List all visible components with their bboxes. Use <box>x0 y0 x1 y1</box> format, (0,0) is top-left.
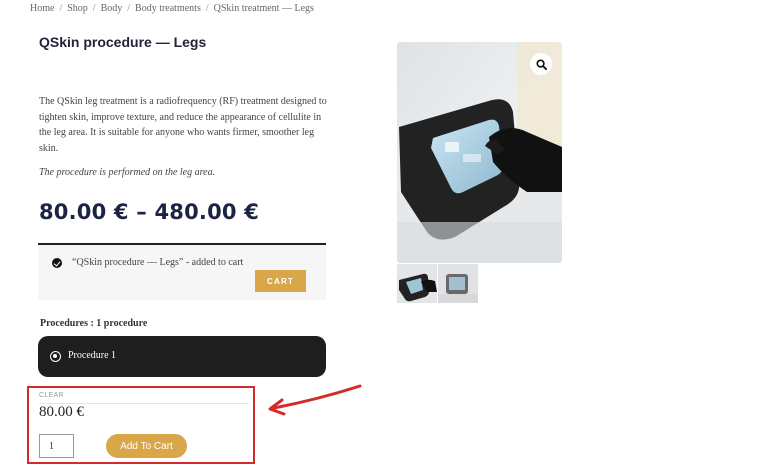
product-title: QSkin procedure — Legs <box>39 34 207 50</box>
breadcrumb-separator: / <box>127 3 131 14</box>
gallery-thumbnail-1[interactable] <box>397 264 437 303</box>
procedures-label: Procedures : 1 procedure <box>40 318 148 329</box>
breadcrumb-body[interactable]: Body <box>101 3 123 14</box>
thumbnail-image <box>397 264 437 303</box>
device-photo <box>397 42 562 263</box>
breadcrumb-body-treatments[interactable]: Body treatments <box>135 3 201 14</box>
product-main-image[interactable] <box>397 42 562 263</box>
radio-selected-icon[interactable] <box>50 351 61 362</box>
breadcrumb-shop[interactable]: Shop <box>67 3 88 14</box>
procedure-option-label: Procedure 1 <box>68 350 117 361</box>
breadcrumb-separator: / <box>92 3 96 14</box>
variation-price: 80.00 € <box>39 404 84 420</box>
annotation-arrow-icon <box>268 384 362 416</box>
zoom-button[interactable] <box>530 53 552 75</box>
quantity-input[interactable] <box>39 434 74 458</box>
procedure-option-1[interactable]: Procedure 1 <box>38 336 326 377</box>
add-to-cart-button[interactable]: Add To Cart <box>106 434 187 458</box>
breadcrumb: Home / Shop / Body / Body treatments / QSkin tre… <box>30 3 314 14</box>
clear-selection-link[interactable]: CLEAR <box>39 392 64 399</box>
breadcrumb-separator: / <box>205 3 209 14</box>
added-to-cart-notice: “QSkin procedure — Legs” - added to cart… <box>38 243 326 300</box>
gallery-thumbnail-2[interactable] <box>438 264 478 303</box>
product-description: The QSkin leg treatment is a radiofreque… <box>39 96 327 154</box>
magnifier-icon <box>535 58 547 70</box>
breadcrumb-home[interactable]: Home <box>30 3 54 14</box>
product-note: The procedure is performed on the leg ar… <box>39 167 216 178</box>
thumbnail-image <box>438 264 478 303</box>
breadcrumb-current: QSkin treatment — Legs <box>213 3 314 14</box>
breadcrumb-separator: / <box>59 3 63 14</box>
check-circle-icon <box>52 258 62 268</box>
notice-message: “QSkin procedure — Legs” - added to cart <box>72 257 244 268</box>
price-range: 80.00 € – 480.00 € <box>39 200 260 224</box>
view-cart-button[interactable]: CART <box>255 270 306 292</box>
